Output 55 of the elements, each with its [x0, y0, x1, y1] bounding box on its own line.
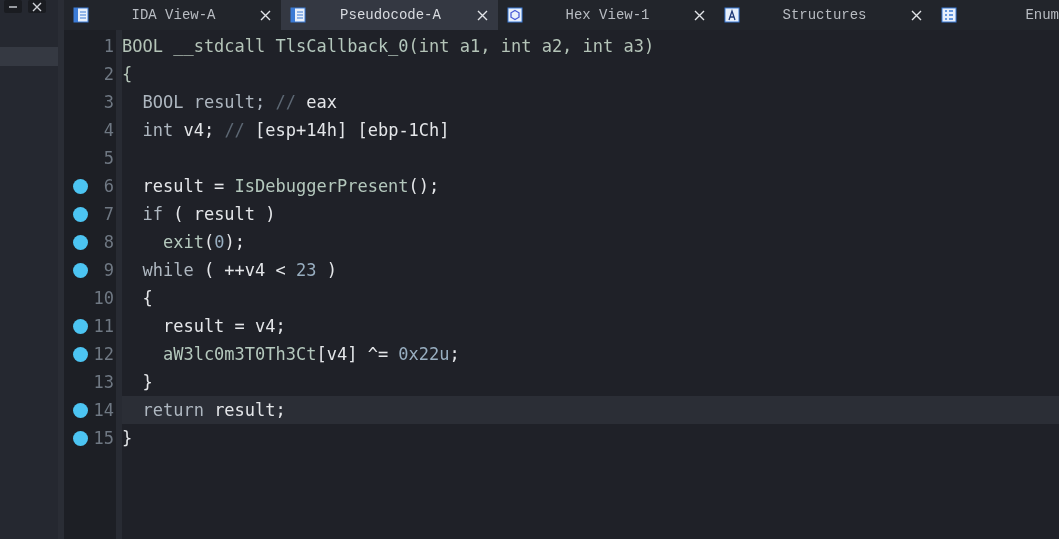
minimize-button[interactable] — [4, 0, 22, 13]
line-number: 9 — [103, 260, 115, 280]
document-icon — [290, 7, 306, 23]
code-line: exit(0); — [161, 232, 245, 252]
code-line: result = v4; — [161, 316, 286, 336]
line-number: 14 — [93, 400, 115, 420]
close-icon — [477, 9, 488, 21]
line-number: 8 — [103, 232, 115, 252]
code-line: while ( ++v4 < 23 ) — [141, 260, 337, 280]
line-number: 11 — [93, 316, 115, 336]
breakpoint-dot[interactable] — [73, 346, 88, 362]
document-icon — [73, 7, 89, 23]
code-line: BOOL __stdcall TlsCallback_0(int a1, int a2, int a3) — [122, 36, 655, 56]
close-icon — [911, 9, 922, 21]
tab[interactable]: Pseudocode-A — [281, 0, 498, 30]
code-line: if ( result ) — [141, 204, 276, 224]
tab-label: Pseudocode-A — [339, 7, 442, 23]
breakpoint-dot[interactable] — [73, 206, 88, 222]
list-icon — [941, 7, 957, 23]
breakpoint-dot[interactable] — [73, 318, 88, 334]
line-number: 12 — [93, 344, 115, 364]
code-line: { — [122, 64, 133, 84]
breakpoint-dot[interactable] — [73, 402, 88, 418]
code-line: { — [141, 288, 153, 308]
line-number: 3 — [103, 92, 115, 112]
code-line: } — [141, 372, 153, 392]
hexagon-icon — [507, 7, 523, 23]
code-line: result = IsDebuggerPresent(); — [141, 176, 440, 196]
line-number: 2 — [103, 64, 115, 84]
tab-label: Hex View-1 — [564, 7, 651, 23]
line-number: 15 — [93, 428, 115, 448]
breakpoint-dot[interactable] — [73, 430, 88, 446]
tab-label: IDA View-A — [130, 7, 217, 23]
line-number: 13 — [93, 372, 115, 392]
code-line: BOOL result; // eax — [141, 92, 337, 112]
line-number: 7 — [103, 204, 115, 224]
code-line: return result; — [141, 400, 286, 420]
close-icon — [694, 9, 705, 21]
close-button[interactable] — [28, 0, 46, 13]
line-number: 4 — [103, 120, 115, 140]
line-number: 6 — [103, 176, 115, 196]
structure-icon — [724, 7, 740, 23]
close-icon — [260, 9, 271, 21]
code-line: } — [122, 428, 133, 448]
line-number: 5 — [103, 148, 115, 168]
code-line: int v4; // [esp+14h] [ebp-1Ch] — [141, 120, 450, 140]
line-number: 10 — [93, 288, 115, 308]
breakpoint-dot[interactable] — [73, 178, 88, 194]
close-icon — [32, 1, 42, 12]
tab-label: Enum — [1024, 7, 1059, 23]
line-number: 1 — [103, 36, 115, 56]
breakpoint-dot[interactable] — [73, 234, 88, 250]
tab-label: Structures — [781, 7, 868, 23]
code-line: aW3lc0m3T0Th3Ct[v4] ^= 0x22u; — [161, 344, 460, 364]
breakpoint-dot[interactable] — [73, 262, 88, 278]
